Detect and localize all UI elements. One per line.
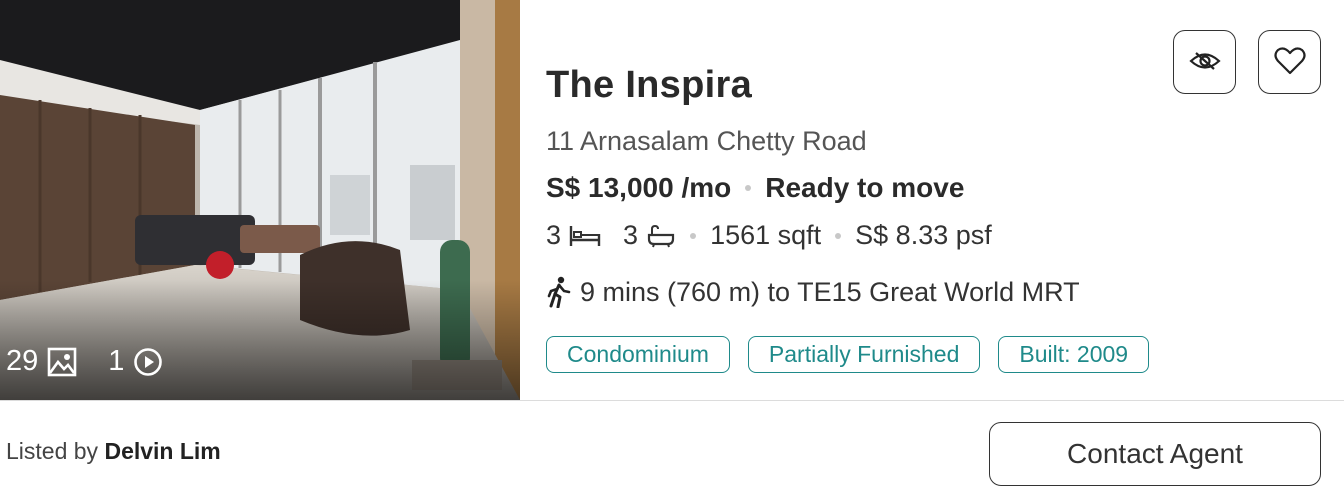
listing-photo[interactable]: 29 1 [0, 0, 520, 400]
favorite-button[interactable] [1258, 30, 1321, 94]
hide-listing-button[interactable] [1173, 30, 1236, 94]
listed-by-label: Listed by [6, 438, 105, 464]
media-counts: 29 1 [6, 345, 164, 378]
heart-icon [1273, 46, 1306, 78]
listing-card[interactable]: 29 1 The Inspira 11 Arnasalam Chetty Roa… [0, 0, 1344, 495]
contact-agent-button[interactable]: Contact Agent [989, 422, 1321, 486]
price-per-sqft: S$ 8.33 psf [855, 220, 992, 250]
bedroom-count: 3 [546, 220, 562, 250]
tag-list: Condominium Partially Furnished Built: 2… [546, 336, 1150, 373]
video-count: 1 [108, 345, 125, 377]
image-icon [46, 346, 78, 378]
tag-property-type: Condominium [546, 336, 730, 373]
agent-name[interactable]: Delvin Lim [104, 438, 220, 464]
eye-slash-icon [1188, 50, 1221, 75]
bathroom-count: 3 [623, 220, 639, 250]
listing-title[interactable]: The Inspira [546, 64, 752, 107]
availability-status: Ready to move [765, 172, 965, 203]
floor-area: 1561 sqft [710, 220, 822, 250]
photo-count: 29 [6, 345, 39, 377]
specs-row: 3 3 1561 sqft S$ 8.33 psf [546, 220, 992, 251]
listed-by: Listed by Delvin Lim [6, 438, 221, 465]
listing-price: S$ 13,000 /mo [546, 172, 732, 203]
walking-person-icon [546, 276, 572, 308]
play-icon [132, 346, 164, 378]
separator-dot [745, 185, 752, 191]
price-row: S$ 13,000 /mo Ready to move [546, 172, 964, 204]
mrt-distance: 9 mins (760 m) to TE15 Great World MRT [546, 276, 1080, 308]
tag-furnishing: Partially Furnished [747, 336, 981, 373]
bed-icon [569, 224, 601, 248]
listing-address: 11 Arnasalam Chetty Road [546, 126, 867, 156]
bathtub-icon [646, 224, 676, 248]
living-room-photo [0, 0, 520, 400]
separator-dot [835, 232, 842, 239]
card-divider [0, 400, 1344, 401]
separator-dot [690, 232, 697, 239]
mrt-text: 9 mins (760 m) to TE15 Great World MRT [580, 276, 1080, 307]
tag-built-year: Built: 2009 [998, 336, 1150, 373]
